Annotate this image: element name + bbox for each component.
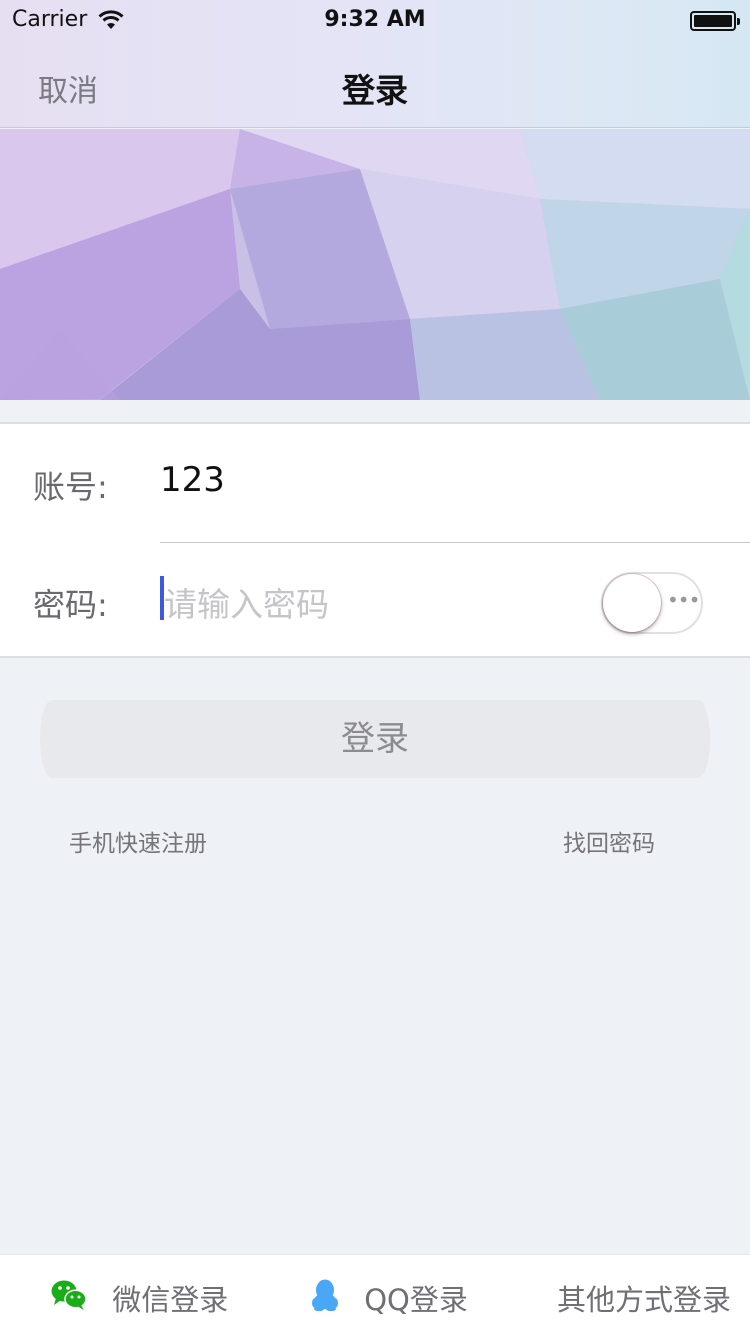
status-bar: Carrier 9:32 AM [0,0,750,40]
wechat-login-button[interactable]: 微信登录 [51,1277,228,1319]
wechat-icon [51,1280,87,1317]
form-divider [160,542,750,543]
third-party-login-bar: 微信登录 QQ登录 其他方式登录 [0,1254,750,1334]
password-input[interactable]: 请输入密码 [160,576,580,624]
account-label: 账号: [33,468,108,506]
page-title: 登录 [342,71,408,110]
login-button[interactable]: 登录 [40,700,710,778]
forgot-password-link[interactable]: 找回密码 [563,824,655,858]
header-banner-image [0,129,750,400]
wechat-login-label: 微信登录 [112,1283,229,1317]
qq-login-label: QQ登录 [364,1283,468,1317]
other-login-button[interactable]: 其他方式登录 [557,1277,731,1319]
account-input[interactable]: 123 [160,460,720,506]
login-form: 账号: 123 密码: 请输入密码 ••• [0,422,750,658]
navigation-header: Carrier 9:32 AM 取消 登录 [0,0,750,128]
battery-icon [690,11,740,31]
show-password-toggle[interactable]: ••• [601,572,703,634]
password-placeholder: 请输入密码 [164,585,329,624]
other-login-label: 其他方式登录 [557,1283,732,1317]
qq-icon [311,1279,339,1318]
toggle-knob [603,574,661,632]
status-time: 9:32 AM [324,7,426,32]
phone-register-link[interactable]: 手机快速注册 [69,824,207,858]
qq-login-button[interactable]: QQ登录 [311,1277,468,1319]
more-dots-icon: ••• [667,588,700,612]
password-label: 密码: [33,586,108,624]
